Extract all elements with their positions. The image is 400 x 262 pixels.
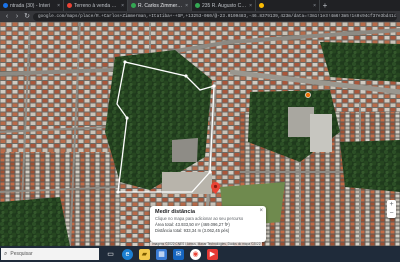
- tab-listing[interactable]: Terreno à venda em Itatiba ×: [64, 0, 128, 11]
- tab-favicon: [131, 3, 136, 8]
- tab-favicon: [195, 3, 200, 8]
- forward-icon[interactable]: ›: [13, 13, 21, 21]
- measure-total-distance: Distância total: 933,34 m (3.062,45 pés): [155, 228, 230, 233]
- store-icon[interactable]: ▦: [156, 248, 167, 260]
- tab-label: R. Carlos Zimmerman - Google M: [138, 2, 183, 9]
- tab-google-maps-carlos[interactable]: R. Carlos Zimmerman - Google M ×: [128, 0, 192, 11]
- tab-google-maps-augusto[interactable]: 235 R. Augusto Cioffi - Google ×: [192, 0, 256, 11]
- measure-total-area: Área total: 43.933,50 m² (469.096,27 ft²…: [155, 222, 230, 227]
- measure-title: Medir distância: [155, 209, 196, 215]
- poi-marker-icon[interactable]: [305, 92, 311, 99]
- close-icon[interactable]: ×: [259, 208, 263, 214]
- chrome-icon[interactable]: ◉: [190, 248, 201, 260]
- zoom-in-button[interactable]: +: [387, 200, 396, 209]
- tab-label: 235 R. Augusto Cioffi - Google: [202, 2, 247, 9]
- measure-distance-card: × Medir distância Clique no mapa para ad…: [150, 206, 266, 242]
- tab-strip: ntrada (30) - Interi × Terreno à venda e…: [0, 0, 400, 11]
- tab-inbox[interactable]: ntrada (30) - Interi ×: [0, 0, 64, 11]
- close-icon[interactable]: ×: [121, 3, 124, 9]
- tab-favicon: [3, 3, 8, 8]
- location-pin-icon[interactable]: [211, 182, 220, 194]
- close-icon[interactable]: ×: [249, 3, 252, 9]
- close-icon[interactable]: ×: [57, 3, 60, 9]
- url-field[interactable]: google.com/maps/place/R.+Carlos+Zimmerma…: [33, 12, 397, 21]
- edge-icon[interactable]: e: [122, 248, 133, 260]
- address-bar: ‹ › ↻ google.com/maps/place/R.+Carlos+Zi…: [0, 11, 400, 22]
- file-explorer-icon[interactable]: ▰: [139, 248, 150, 260]
- back-icon[interactable]: ‹: [3, 13, 11, 21]
- tab-other[interactable]: ×: [256, 0, 320, 11]
- new-tab-button[interactable]: +: [320, 0, 330, 11]
- taskbar-search[interactable]: ⌕ Pesquisar: [1, 248, 99, 260]
- search-icon: ⌕: [4, 250, 8, 257]
- mail-icon[interactable]: ✉: [173, 248, 184, 260]
- task-view-icon[interactable]: ▭: [105, 249, 116, 260]
- measure-instructions: Clique no mapa para adicionar ao seu per…: [155, 216, 244, 221]
- tab-label: Terreno à venda em Itatiba: [74, 2, 119, 9]
- close-icon[interactable]: ×: [185, 3, 188, 9]
- taskbar: ⌕ Pesquisar ▭ e ▰ ▦ ✉ ◉ ▶: [0, 246, 400, 262]
- reload-icon[interactable]: ↻: [23, 13, 31, 21]
- tab-label: ntrada (30) - Interi: [10, 2, 51, 9]
- zoom-out-button[interactable]: −: [387, 209, 396, 218]
- taskbar-search-placeholder: Pesquisar: [10, 251, 33, 257]
- tab-favicon: [67, 3, 72, 8]
- zoom-control: + −: [387, 200, 396, 218]
- app-icon[interactable]: ▶: [207, 248, 218, 260]
- close-icon[interactable]: ×: [313, 3, 316, 9]
- tab-favicon: [259, 3, 264, 8]
